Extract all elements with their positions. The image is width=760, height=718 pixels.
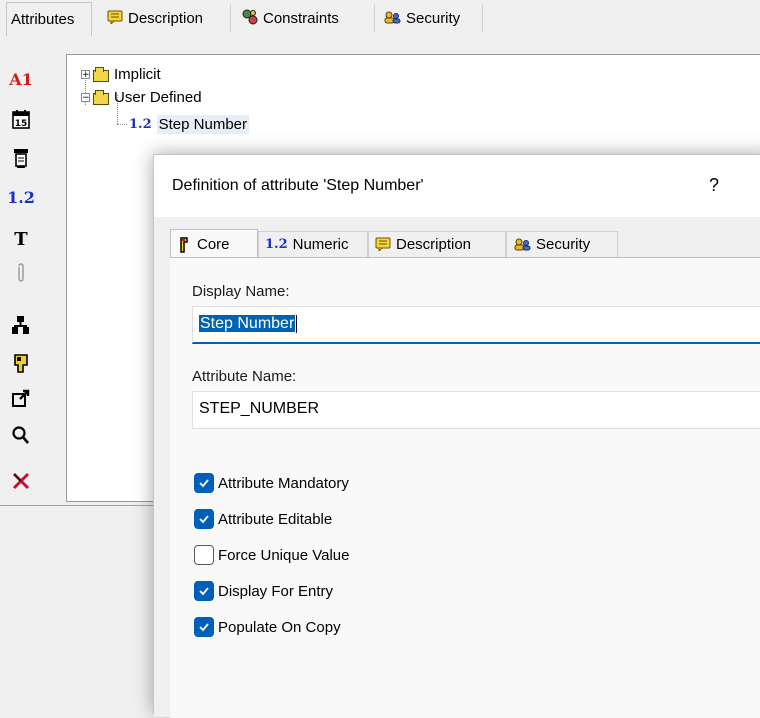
- delete-icon: [12, 472, 30, 490]
- checkbox-label: Attribute Mandatory: [218, 474, 349, 492]
- tab-core[interactable]: Core: [170, 229, 258, 259]
- attribute-mandatory-checkbox[interactable]: Attribute Mandatory: [194, 471, 349, 495]
- tab-security-label: Security: [406, 9, 461, 27]
- checkbox-label: Attribute Editable: [218, 510, 333, 528]
- attribute-name-label: Attribute Name:: [192, 368, 297, 385]
- text-attribute-button[interactable]: A1: [8, 66, 34, 92]
- help-button[interactable]: ?: [709, 175, 719, 196]
- top-tab-strip: Attributes Description Constraints Secur…: [0, 0, 760, 38]
- folder-icon: [93, 67, 109, 82]
- tree-node-implicit[interactable]: + Implicit: [81, 63, 161, 85]
- numeric-icon: 1.2: [265, 237, 288, 252]
- text-caret: [296, 315, 298, 333]
- display-name-field[interactable]: Step Number: [192, 306, 760, 344]
- tab-description-label: Description: [396, 236, 472, 253]
- search-button[interactable]: [8, 422, 34, 448]
- attribute-name-field[interactable]: STEP_NUMBER: [192, 391, 760, 429]
- calendar-icon: 15: [12, 110, 30, 129]
- display-name-value: Step Number: [199, 315, 296, 333]
- list-attribute-button[interactable]: [8, 145, 34, 171]
- hierarchy-icon: [12, 316, 29, 334]
- tab-dialog-description[interactable]: Description: [368, 231, 506, 257]
- tab-numeric[interactable]: 1.2 Numeric: [258, 231, 368, 257]
- numeric-icon: 1.2: [7, 187, 35, 207]
- expand-icon[interactable]: +: [81, 69, 90, 79]
- core-tab-panel: Display Name: Step Number Attribute Name…: [170, 257, 760, 718]
- search-icon: [12, 426, 29, 444]
- display-for-entry-checkbox[interactable]: Display For Entry: [194, 579, 333, 603]
- tab-core-label: Core: [197, 236, 230, 253]
- svg-text:15: 15: [15, 119, 28, 129]
- hierarchy-attribute-button[interactable]: [8, 312, 34, 338]
- attribute-name-value: STEP_NUMBER: [199, 400, 320, 417]
- tree-node-step-number[interactable]: 1.2 Step Number: [129, 113, 249, 135]
- tab-security-label: Security: [536, 236, 591, 253]
- tab-numeric-label: Numeric: [292, 236, 349, 253]
- dialog-body: Core 1.2 Numeric Description Security Di…: [154, 217, 760, 718]
- tab-dialog-security[interactable]: Security: [506, 231, 618, 257]
- external-link-icon: [12, 389, 30, 407]
- tree-node-label: Step Number: [156, 114, 249, 134]
- a1-icon: A1: [9, 69, 33, 89]
- checkbox-label: Display For Entry: [218, 582, 334, 600]
- force-unique-value-checkbox[interactable]: Force Unique Value: [194, 543, 349, 567]
- tab-attributes[interactable]: Attributes: [6, 2, 92, 36]
- note-icon: [107, 10, 123, 26]
- tree-node-label: Implicit: [114, 65, 161, 83]
- dialog-title: Definition of attribute 'Step Number': [172, 177, 424, 194]
- link-attribute-button[interactable]: [8, 386, 34, 412]
- checkbox-checked-icon[interactable]: [194, 473, 214, 493]
- attachment-attribute-button[interactable]: [8, 260, 34, 286]
- delete-button[interactable]: [8, 468, 34, 494]
- user-attribute-button[interactable]: [8, 350, 34, 376]
- tree-node-user-defined[interactable]: − User Defined: [81, 86, 202, 108]
- numeric-attribute-button[interactable]: 1.2: [7, 184, 35, 210]
- checkbox-checked-icon[interactable]: [194, 581, 214, 601]
- security-icon: [513, 237, 531, 253]
- tab-description[interactable]: Description: [103, 4, 231, 32]
- tree-node-label: User Defined: [114, 88, 202, 106]
- note-icon: [375, 237, 391, 253]
- tab-constraints[interactable]: Constraints: [238, 4, 375, 32]
- tab-security[interactable]: Security: [379, 4, 483, 32]
- attribute-editable-checkbox[interactable]: Attribute Editable: [194, 507, 332, 531]
- date-attribute-button[interactable]: 15: [8, 106, 34, 132]
- attribute-definition-dialog: Definition of attribute 'Step Number' ? …: [153, 154, 760, 718]
- divider: [0, 505, 160, 506]
- checkbox-label: Force Unique Value: [218, 546, 350, 564]
- security-icon: [383, 10, 401, 26]
- core-icon: [180, 236, 188, 253]
- tree-connector: [117, 124, 127, 125]
- folder-icon: [93, 90, 109, 105]
- constraints-icon: [242, 9, 258, 27]
- text-type-button[interactable]: T: [8, 226, 34, 252]
- tab-description-label: Description: [128, 9, 204, 27]
- collapse-icon[interactable]: −: [81, 92, 90, 102]
- numeric-icon: 1.2: [129, 116, 152, 132]
- t-icon: T: [14, 228, 28, 250]
- tab-constraints-label: Constraints: [263, 9, 339, 27]
- tab-attributes-label: Attributes: [11, 11, 75, 28]
- display-name-label: Display Name:: [192, 283, 290, 300]
- populate-on-copy-checkbox[interactable]: Populate On Copy: [194, 615, 341, 639]
- attachment-icon: [18, 263, 24, 282]
- checkbox-label: Populate On Copy: [218, 618, 341, 636]
- user-icon: [14, 354, 28, 373]
- checkbox-checked-icon[interactable]: [194, 617, 214, 637]
- checkbox-unchecked-icon[interactable]: [194, 545, 214, 565]
- text-list-icon: [14, 149, 28, 168]
- checkbox-checked-icon[interactable]: [194, 509, 214, 529]
